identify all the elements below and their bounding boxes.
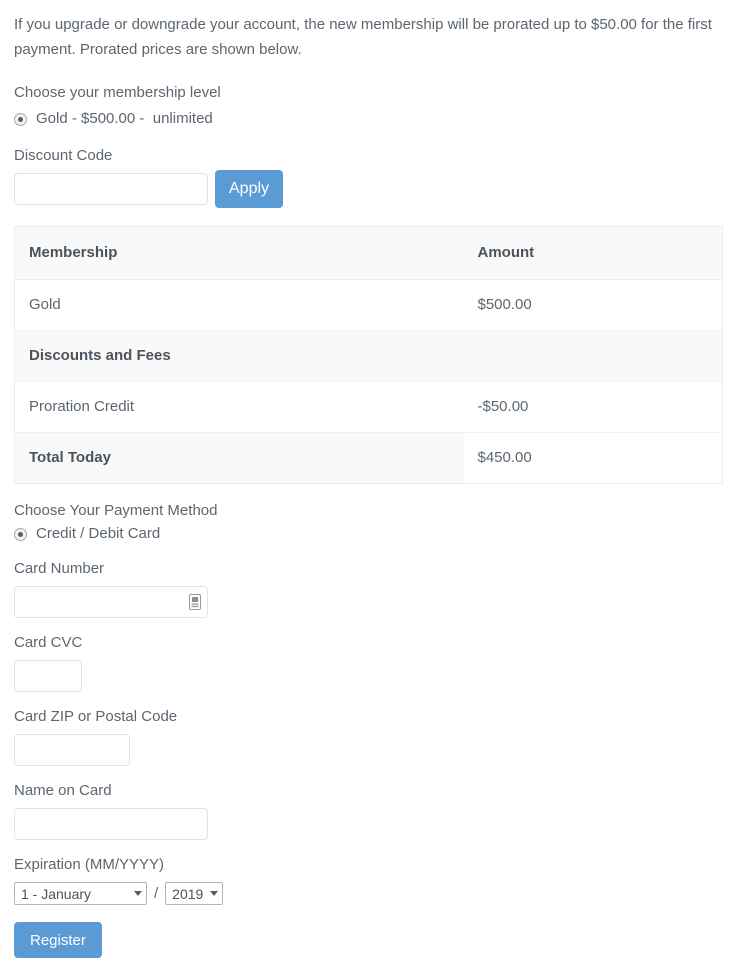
- card-cvc-input[interactable]: [14, 660, 82, 692]
- expiration-field-block: Expiration (MM/YYYY) 1 - January / 2019: [14, 854, 722, 905]
- table-row: Proration Credit -$50.00: [14, 381, 723, 433]
- table-header-row: Membership Amount: [14, 226, 723, 280]
- membership-level-heading: Choose your membership level: [14, 84, 221, 101]
- payment-method-credit-card-label: Credit / Debit Card: [36, 525, 161, 542]
- table-row: Gold $500.00: [14, 279, 723, 331]
- column-header-membership: Membership: [14, 226, 464, 280]
- card-zip-input[interactable]: [14, 734, 130, 766]
- card-cvc-label: Card CVC: [14, 634, 83, 651]
- row-label: Proration Credit: [14, 381, 464, 433]
- radio-checked-icon[interactable]: [14, 527, 27, 541]
- expiration-year-select[interactable]: 2019: [165, 882, 224, 905]
- expiration-label: Expiration (MM/YYYY): [14, 856, 165, 873]
- discount-code-label: Discount Code: [14, 147, 113, 164]
- row-label: Gold: [14, 279, 464, 331]
- membership-checkout-page: If you upgrade or downgrade your account…: [0, 0, 736, 958]
- row-amount: -$50.00: [463, 381, 723, 433]
- expiration-year-value: 2019: [172, 885, 204, 902]
- card-zip-field-block: Card ZIP or Postal Code: [14, 706, 722, 766]
- radio-checked-icon[interactable]: [14, 112, 27, 126]
- row-amount: $500.00: [463, 279, 723, 331]
- expiration-separator: /: [154, 885, 159, 902]
- membership-option-gold[interactable]: Gold - $500.00 - unlimited: [14, 109, 722, 129]
- discount-code-section: Discount Code Apply: [14, 145, 722, 208]
- total-label: Total Today: [14, 432, 464, 484]
- discount-code-input[interactable]: [14, 173, 208, 205]
- payment-method-heading: Choose Your Payment Method: [14, 502, 218, 519]
- expiration-month-value: 1 - January: [21, 885, 92, 902]
- pricing-summary-table: Membership Amount Gold $500.00 Discounts…: [14, 226, 723, 484]
- name-on-card-field-block: Name on Card: [14, 780, 722, 840]
- chevron-down-icon: [210, 891, 219, 896]
- card-number-input[interactable]: [14, 586, 208, 618]
- table-section-row: Discounts and Fees: [14, 330, 723, 382]
- proration-notice: If you upgrade or downgrade your account…: [14, 16, 712, 58]
- row-label: Discounts and Fees: [14, 330, 464, 382]
- membership-level-section: Choose your membership level Gold - $500…: [14, 82, 722, 129]
- payment-method-credit-card[interactable]: Credit / Debit Card: [14, 524, 722, 544]
- column-header-amount: Amount: [463, 226, 723, 280]
- name-on-card-input[interactable]: [14, 808, 208, 840]
- card-cvc-field-block: Card CVC: [14, 632, 722, 692]
- apply-discount-button[interactable]: Apply: [215, 170, 284, 208]
- membership-option-gold-label: Gold - $500.00 - unlimited: [36, 110, 213, 127]
- table-total-row: Total Today $450.00: [14, 432, 723, 484]
- card-number-label: Card Number: [14, 560, 105, 577]
- expiration-month-select[interactable]: 1 - January: [14, 882, 147, 905]
- total-amount: $450.00: [463, 432, 723, 484]
- name-on-card-label: Name on Card: [14, 782, 112, 799]
- chevron-down-icon: [134, 891, 142, 896]
- payment-method-section: Choose Your Payment Method Credit / Debi…: [14, 500, 722, 958]
- submit-section: Register: [14, 922, 722, 958]
- register-button[interactable]: Register: [14, 922, 102, 958]
- row-amount: [463, 330, 723, 382]
- card-number-field-block: Card Number: [14, 558, 722, 618]
- card-zip-label: Card ZIP or Postal Code: [14, 708, 178, 725]
